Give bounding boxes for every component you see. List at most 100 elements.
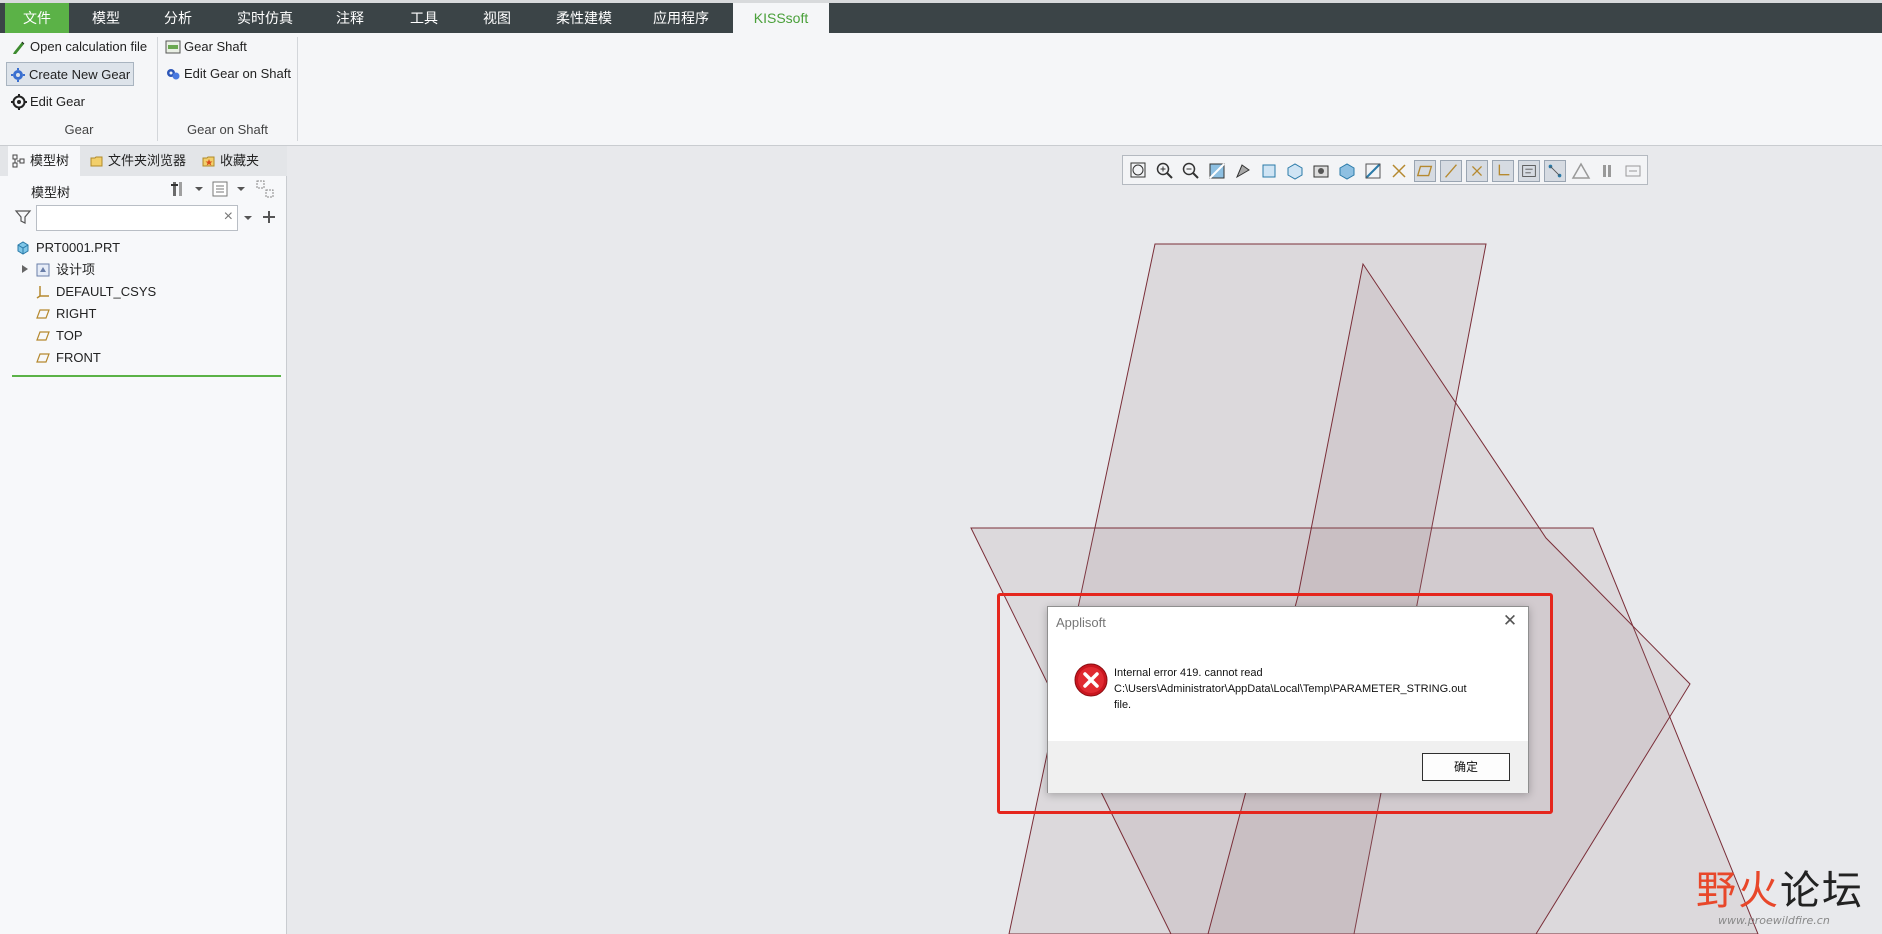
tree-item-label: 设计项 (56, 262, 96, 277)
favorites-folder-icon (202, 156, 215, 167)
tree-settings-icon[interactable] (169, 180, 187, 198)
tab-kisssoft[interactable]: KISSsoft (733, 3, 829, 33)
edit-gear-on-shaft-button[interactable]: Edit Gear on Shaft (162, 62, 291, 86)
tree-item-prt0001[interactable]: PRT0001.PRT (16, 238, 120, 258)
tab-analysis[interactable]: 分析 (150, 3, 206, 33)
perspective-icon[interactable] (1310, 160, 1332, 182)
watermark-text-b: 论坛 (1780, 869, 1864, 913)
gear-on-shaft-icon (167, 69, 180, 80)
gear-group-label: Gear (64, 122, 94, 137)
watermark-text: 野火论坛 (1696, 858, 1864, 916)
gear-icon (11, 68, 25, 82)
tab-view[interactable]: 视图 (469, 3, 525, 33)
tab-model[interactable]: 模型 (78, 3, 134, 33)
chevron-down-icon[interactable] (232, 180, 250, 198)
group-divider (297, 37, 298, 141)
tab-applications[interactable]: 应用程序 (641, 3, 721, 33)
tab-tools[interactable]: 工具 (396, 3, 452, 33)
show-list-icon[interactable] (211, 180, 229, 198)
model-tree-icon (12, 154, 25, 168)
tree-search-input[interactable]: × (36, 205, 238, 231)
saved-views-icon[interactable] (1258, 160, 1280, 182)
gear-shaft-icon (165, 40, 181, 54)
datum-point-display-icon[interactable] (1466, 160, 1488, 182)
gear-shaft-button[interactable]: Gear Shaft (162, 35, 247, 59)
error-icon (1074, 663, 1108, 697)
tree-item-label: FRONT (56, 350, 101, 365)
command-icon[interactable] (1622, 160, 1644, 182)
tree-item-label: PRT0001.PRT (36, 240, 121, 255)
filter-icon[interactable] (14, 208, 32, 226)
annotation-display-icon[interactable] (1518, 160, 1540, 182)
dialog-message-line: Internal error 419. cannot read (1114, 667, 1263, 679)
tree-item-label: TOP (56, 328, 83, 343)
insert-indicator-line[interactable] (12, 375, 281, 377)
repaint-icon[interactable] (1206, 160, 1228, 182)
folder-icon (90, 156, 103, 167)
dialog-message-line: C:\Users\Administrator\AppData\Local\Tem… (1114, 683, 1467, 695)
tree-filter-grid-icon[interactable] (256, 180, 274, 198)
open-calculation-file-button[interactable]: Open calculation file (8, 35, 147, 59)
tab-folder-browser[interactable]: 文件夹浏览器 (86, 146, 192, 176)
chevron-down-icon[interactable] (190, 180, 208, 198)
part-icon (17, 241, 29, 255)
add-icon[interactable] (262, 210, 276, 224)
chevron-down-icon[interactable] (242, 212, 254, 224)
zoom-out-icon[interactable] (1180, 160, 1202, 182)
tree-item-front[interactable]: FRONT (36, 348, 101, 368)
edit-gear-on-shaft-label: Edit Gear on Shaft (184, 66, 291, 81)
datum-plane-icon (36, 309, 50, 319)
pencil-icon (13, 41, 25, 54)
edit-gear-label: Edit Gear (30, 94, 85, 109)
gear-edit-icon (11, 94, 27, 110)
datum-plane-display-icon[interactable] (1414, 160, 1436, 182)
watermark-url: www.proewildfire.cn (1718, 914, 1830, 927)
left-panel-tabs: 模型树 文件夹浏览器 收藏夹 (0, 146, 287, 176)
tree-item-label: RIGHT (56, 306, 97, 321)
close-icon[interactable]: ✕ (1500, 611, 1520, 631)
gear-on-shaft-group-label: Gear on Shaft (187, 122, 268, 137)
clear-icon[interactable]: × (224, 208, 233, 226)
ribbon-panel: Open calculation file Create New Gear Ed… (0, 33, 1882, 146)
left-panel: 模型树 文件夹浏览器 收藏夹 模型树 × PRT0001.PRT 设计项 DEF… (0, 146, 287, 934)
error-dialog: Applisoft ✕ Internal error 419. cannot r… (1047, 606, 1529, 793)
tree-item-design-items[interactable]: 设计项 (36, 260, 95, 280)
zoom-in-icon[interactable] (1154, 160, 1176, 182)
watermark-logo: 野火论坛 www.proewildfire.cn (1696, 858, 1876, 934)
tree-item-right[interactable]: RIGHT (36, 304, 96, 324)
dialog-message: Internal error 419. cannot read C:\Users… (1114, 665, 1514, 713)
display-style-icon[interactable] (1232, 160, 1254, 182)
model-tree-header: 模型树 (31, 185, 71, 200)
spin-center-icon[interactable] (1544, 160, 1566, 182)
tab-favorites[interactable]: 收藏夹 (198, 146, 270, 176)
datum-axis-display-icon[interactable] (1440, 160, 1462, 182)
tab-simulation[interactable]: 实时仿真 (225, 3, 305, 33)
refit-icon[interactable] (1128, 160, 1150, 182)
graphics-toolbar (1122, 155, 1648, 185)
expand-arrow-icon[interactable] (20, 264, 30, 274)
axis-display-icon[interactable] (1388, 160, 1410, 182)
edit-gear-button[interactable]: Edit Gear (8, 90, 85, 114)
create-new-gear-button[interactable]: Create New Gear (6, 62, 134, 86)
tab-favorites-label: 收藏夹 (220, 153, 260, 168)
tab-folder-browser-label: 文件夹浏览器 (108, 153, 187, 168)
create-new-gear-label: Create New Gear (29, 67, 131, 82)
ok-button[interactable]: 确定 (1422, 753, 1510, 781)
csys-display-icon[interactable] (1492, 160, 1514, 182)
warning-icon[interactable] (1570, 160, 1592, 182)
tab-flexible-modeling[interactable]: 柔性建模 (544, 3, 624, 33)
gear-shaft-label: Gear Shaft (184, 39, 247, 54)
tab-file[interactable]: 文件 (5, 3, 69, 33)
section-icon[interactable] (1336, 160, 1358, 182)
tab-model-tree[interactable]: 模型树 (8, 146, 80, 176)
watermark-text-a: 野火 (1696, 869, 1780, 913)
view-manager-icon[interactable] (1284, 160, 1306, 182)
graphics-canvas[interactable] (288, 146, 1882, 934)
dialog-title: Applisoft (1056, 615, 1106, 630)
tree-item-top[interactable]: TOP (36, 326, 83, 346)
ribbon-tab-bar: 文件 模型 分析 实时仿真 注释 工具 视图 柔性建模 应用程序 KISSsof… (0, 0, 1882, 33)
tree-item-default-csys[interactable]: DEFAULT_CSYS (36, 282, 156, 302)
plane-display-icon[interactable] (1362, 160, 1384, 182)
pause-icon[interactable] (1596, 160, 1618, 182)
tab-annotation[interactable]: 注释 (322, 3, 378, 33)
